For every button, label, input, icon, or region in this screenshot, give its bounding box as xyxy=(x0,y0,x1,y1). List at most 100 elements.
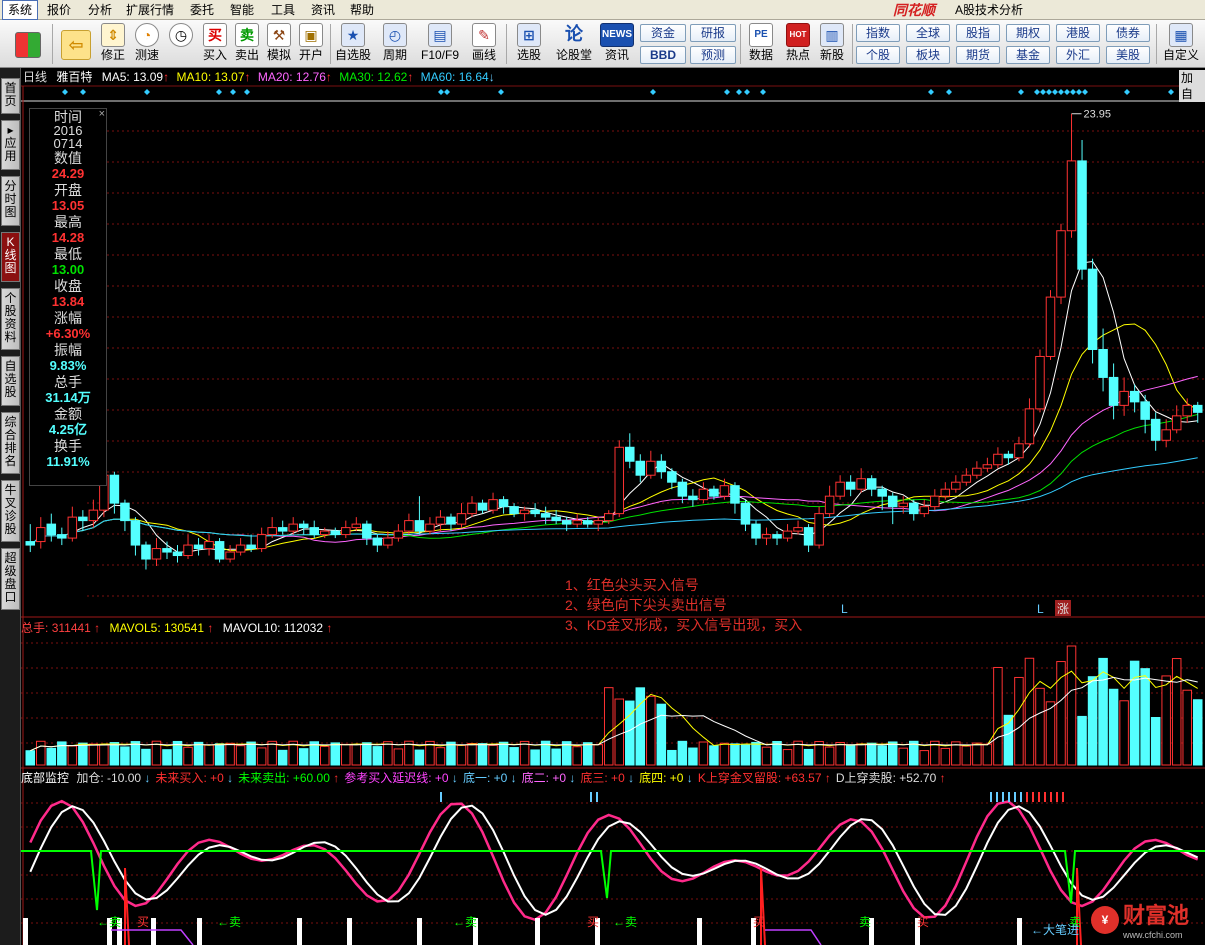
volume-bar xyxy=(646,695,656,766)
volume-bar xyxy=(341,743,351,766)
menu-info[interactable]: 资讯 xyxy=(306,0,340,20)
tab-diagnosis[interactable]: 牛叉诊股 xyxy=(1,480,20,542)
forecast-button[interactable]: 预测 xyxy=(690,46,736,64)
chart-area[interactable]: 23.95 L L 涨 ←卖买 ←卖 ←卖买 ←卖买卖买卖 ←大笔进 日线 雅百特 MA5: 1… xyxy=(21,68,1205,945)
back-button[interactable]: ⇦ xyxy=(58,22,94,66)
candle-body xyxy=(235,544,246,553)
signal-diamond xyxy=(1058,89,1064,95)
candle-body xyxy=(772,534,782,539)
menu-smart[interactable]: 智能 xyxy=(225,0,259,20)
candle-body xyxy=(467,502,477,515)
menu-extended-quote[interactable]: 扩展行情 xyxy=(121,0,179,20)
bbd-button[interactable]: BBD xyxy=(640,46,686,64)
candle-body xyxy=(341,527,351,536)
menu-analysis[interactable]: 分析 xyxy=(83,0,117,20)
volume-bar xyxy=(866,742,877,766)
candle-body xyxy=(1140,401,1150,420)
volume-label: 总手 xyxy=(54,374,82,390)
futures-button[interactable]: 期货 xyxy=(956,46,1000,64)
bottom-bar xyxy=(697,918,702,945)
fund-flow-button[interactable]: 资金 xyxy=(640,24,686,42)
news-button[interactable]: NEWS 资讯 xyxy=(598,22,636,66)
open-account-button[interactable]: ▣ 开户 xyxy=(296,22,326,66)
watchlist-button[interactable]: ★ 自选股 xyxy=(334,22,372,66)
candle-body xyxy=(856,478,866,490)
fund-button[interactable]: 基金 xyxy=(1006,46,1050,64)
draw-line-button[interactable]: ✎ 画线 xyxy=(466,22,502,66)
forum-button[interactable]: 论 论股堂 xyxy=(554,22,594,66)
stock-picker-button[interactable]: ⊞ 选股 xyxy=(510,22,548,66)
data-button[interactable]: PE 数据 xyxy=(744,22,778,66)
volume-value: 31.14万 xyxy=(45,390,91,405)
candle-body xyxy=(667,471,677,483)
kline-chart[interactable]: 23.95L L 涨←卖买 ←卖 ←卖买 ←卖买卖买卖←大笔进 xyxy=(21,68,1205,945)
adjust-button[interactable]: ⇕ 修正 xyxy=(98,22,128,66)
simulate-button[interactable]: ⚒ 模拟 xyxy=(264,22,294,66)
pen-icon: ✎ xyxy=(472,23,496,47)
mavol10-label: MAVOL10 xyxy=(222,621,278,635)
bond-button[interactable]: 债券 xyxy=(1106,24,1150,42)
add-watch-tag[interactable]: 加自 xyxy=(1179,70,1205,102)
tab-timeshare[interactable]: 分时图 xyxy=(1,176,20,226)
volume-bar xyxy=(456,744,467,766)
menu-tools[interactable]: 工具 xyxy=(266,0,300,20)
f10-icon: ▤ xyxy=(428,23,452,47)
f10-button[interactable]: ▤ F10/F9 xyxy=(418,22,462,66)
tab-stock-profile[interactable]: 个股资料 xyxy=(1,288,20,350)
hotspot-button[interactable]: HOT 热点 xyxy=(782,22,814,66)
buy-button[interactable]: 买 买入 xyxy=(200,22,230,66)
global-button[interactable]: 全球 xyxy=(906,24,950,42)
hk-stock-button[interactable]: 港股 xyxy=(1056,24,1100,42)
candle-body xyxy=(88,509,99,522)
signal-diamond xyxy=(438,89,444,95)
turnover-value: 11.91% xyxy=(46,454,90,469)
candle-body xyxy=(582,520,593,525)
tab-apps[interactable]: ▸ 应用 xyxy=(1,120,20,170)
candle-body xyxy=(835,481,845,497)
sector-button[interactable]: 板块 xyxy=(906,46,950,64)
tab-kline[interactable]: K线图 xyxy=(1,232,20,282)
volume-bar xyxy=(593,744,603,766)
ma60-label: MA60: 16.64↓ xyxy=(420,70,495,84)
period-button[interactable]: ◴ 周期 xyxy=(376,22,414,66)
index-button[interactable]: 指数 xyxy=(856,24,900,42)
stock-index-button[interactable]: 股指 xyxy=(956,24,1000,42)
simulate-label: 模拟 xyxy=(266,48,291,62)
new-stock-icon: ▥ xyxy=(820,23,844,47)
menu-quote[interactable]: 报价 xyxy=(42,0,76,20)
volume-bar xyxy=(1035,687,1045,766)
menu-system[interactable]: 系统 xyxy=(2,0,39,20)
sell-button[interactable]: 卖 卖出 xyxy=(232,22,262,66)
bottom-bar xyxy=(151,918,156,945)
tab-watchlist[interactable]: 自选股 xyxy=(1,356,20,406)
volume-bar xyxy=(972,742,982,766)
up-down-arrow-icon: ⇕ xyxy=(101,23,125,47)
single-stock-button[interactable]: 个股 xyxy=(856,46,900,64)
tab-super-panel[interactable]: 超级盘口 xyxy=(1,548,20,610)
note-3: 3、KD金叉形成，买入信号出现，买入 xyxy=(565,617,803,633)
menu-help[interactable]: 帮助 xyxy=(345,0,379,20)
period-label: 日线 xyxy=(23,70,48,84)
us-stock-button[interactable]: 美股 xyxy=(1106,46,1150,64)
grid-button[interactable] xyxy=(8,22,48,66)
research-report-button[interactable]: 研报 xyxy=(690,24,736,42)
tab-ranking[interactable]: 综合排名 xyxy=(1,412,20,474)
candle-body xyxy=(793,527,803,532)
forex-button[interactable]: 外汇 xyxy=(1056,46,1100,64)
volume-bar xyxy=(625,700,635,766)
volume-bar xyxy=(835,741,845,766)
clock-button[interactable]: ◷ xyxy=(166,22,196,66)
speedtest-button[interactable]: ◔ 测速 xyxy=(132,22,162,66)
speedtest-label: 测速 xyxy=(134,48,159,62)
indicator-item: 参考买入延迟线: +0 ↓ xyxy=(344,771,458,785)
tab-home[interactable]: 首页 xyxy=(1,78,20,114)
bottom-bar xyxy=(297,918,302,945)
candle-body xyxy=(635,460,646,476)
customize-button[interactable]: ▦ 自定义 xyxy=(1160,22,1202,66)
menu-order[interactable]: 委托 xyxy=(185,0,219,20)
options-button[interactable]: 期权 xyxy=(1006,24,1050,42)
volume-bar xyxy=(551,748,561,766)
new-stock-button[interactable]: ▥ 新股 xyxy=(816,22,848,66)
bottom-bar xyxy=(197,918,202,945)
close-icon[interactable]: × xyxy=(99,106,105,122)
